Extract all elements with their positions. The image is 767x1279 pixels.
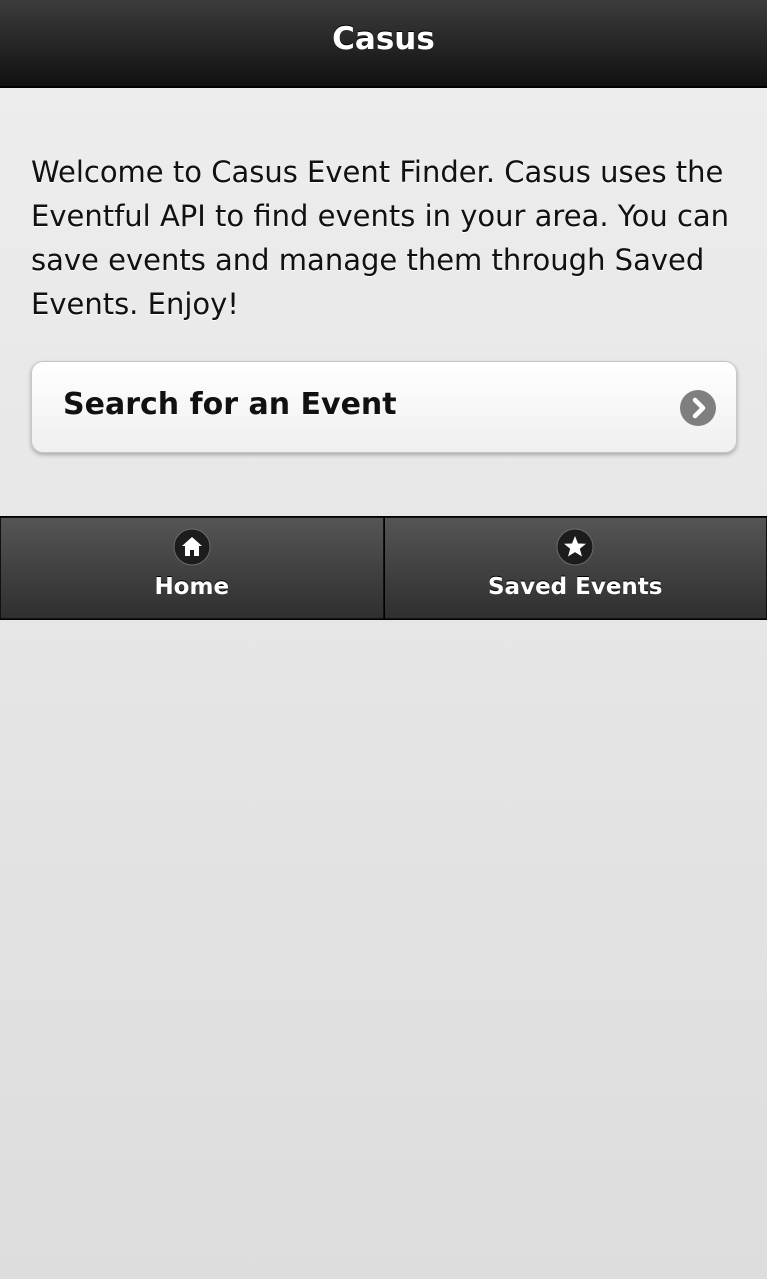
star-icon xyxy=(556,528,594,566)
home-icon xyxy=(173,528,211,566)
nav-item-saved-events[interactable]: Saved Events xyxy=(383,517,767,619)
search-event-label: Search for an Event xyxy=(63,387,397,422)
bottom-navbar: Home Saved Events xyxy=(0,516,767,620)
chevron-right-icon xyxy=(680,390,716,426)
intro-text: Welcome to Casus Event Finder. Casus use… xyxy=(31,155,730,321)
nav-label-home: Home xyxy=(154,574,230,600)
app-header: Casus xyxy=(0,0,767,88)
search-event-button[interactable]: Search for an Event xyxy=(31,361,737,453)
nav-label-saved-events: Saved Events xyxy=(487,574,663,600)
page-title: Casus xyxy=(332,21,435,57)
nav-item-home[interactable]: Home xyxy=(0,517,384,619)
